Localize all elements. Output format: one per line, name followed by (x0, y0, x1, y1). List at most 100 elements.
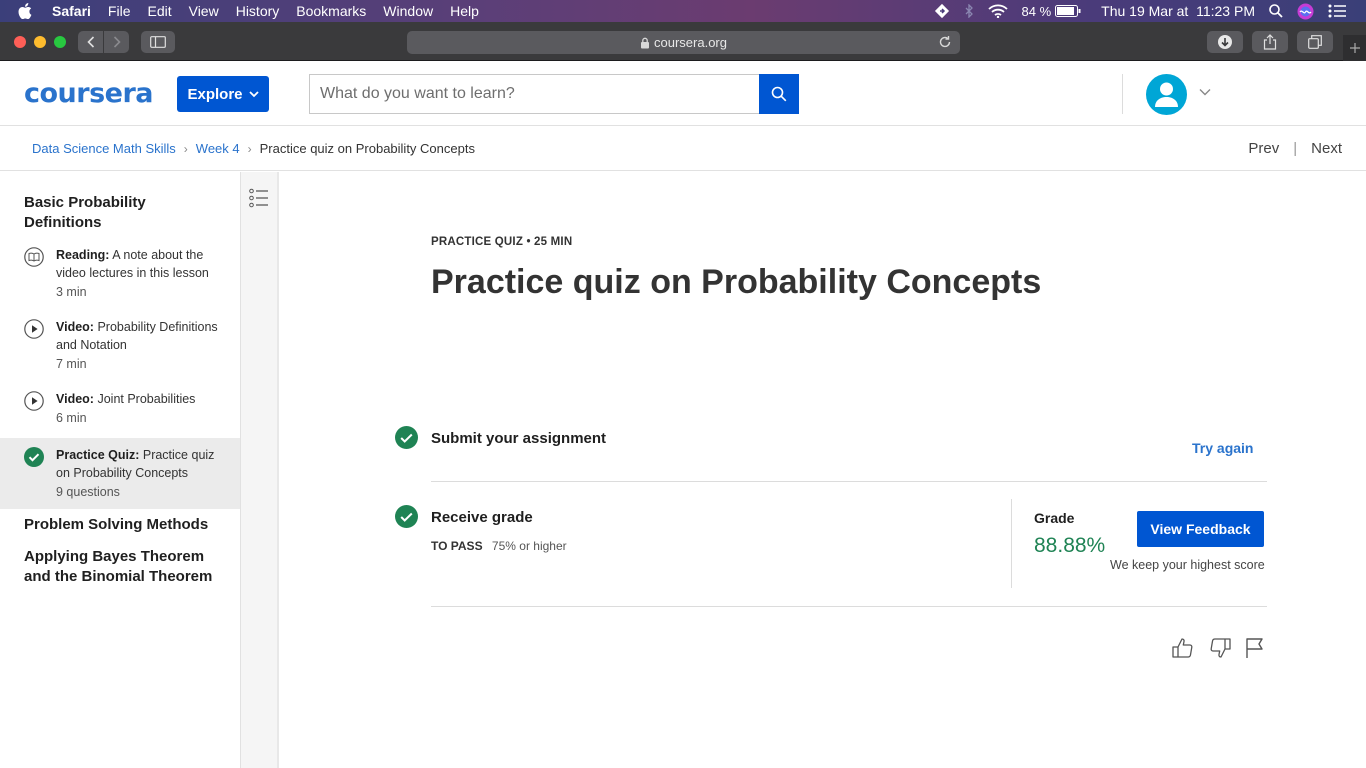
breadcrumb-chevron-icon: › (247, 141, 252, 156)
explore-label: Explore (187, 85, 243, 103)
siri-icon[interactable] (1297, 3, 1314, 20)
menu-history[interactable]: History (236, 3, 280, 19)
search-input[interactable] (309, 74, 760, 114)
highest-score-note: We keep your highest score (1110, 558, 1265, 572)
page-title: Practice quiz on Probability Concepts (431, 263, 1042, 301)
to-pass-value: 75% or higher (491, 539, 567, 553)
pass-requirement: TO PASS 75% or higher (431, 539, 567, 553)
explore-button[interactable]: Explore (177, 76, 269, 112)
outline-strip (241, 172, 279, 768)
course-sidebar: Basic Probability Definitions Reading: A… (0, 172, 241, 768)
sidebar-item-reading[interactable]: Reading: A note about the video lectures… (0, 244, 240, 304)
back-button[interactable] (78, 31, 103, 53)
sidebar-section-title[interactable]: Applying Bayes Theorem and the Binomial … (24, 547, 224, 587)
forward-button[interactable] (104, 31, 129, 53)
spotlight-search-icon[interactable] (1269, 4, 1283, 18)
user-icon (1155, 82, 1178, 107)
tabs-overview-button[interactable] (1297, 31, 1333, 53)
sidebar-icon (150, 36, 166, 48)
nav-divider: | (1293, 140, 1298, 157)
sidebar-item-video-joint[interactable]: Video: Joint Probabilities 6 min (0, 388, 240, 432)
chevron-left-icon (86, 36, 94, 48)
grade-value: 88.88% (1034, 534, 1106, 557)
downloads-button[interactable] (1207, 31, 1243, 53)
sidebar-section-title[interactable]: Problem Solving Methods (24, 515, 224, 535)
lesson-question-count: 9 questions (56, 485, 120, 499)
list-outline-icon[interactable] (249, 188, 269, 208)
step-check-icon (395, 426, 418, 449)
reload-icon[interactable] (938, 35, 952, 49)
divider (431, 481, 1267, 482)
breadcrumb-week[interactable]: Week 4 (196, 141, 240, 156)
coursera-logo[interactable]: coursera (24, 78, 154, 109)
thumbs-up-icon[interactable] (1171, 636, 1195, 660)
sidebar-item-practice-quiz[interactable]: Practice Quiz: Practice quiz on Probabil… (0, 438, 240, 509)
search-icon (771, 86, 787, 102)
breadcrumb-chevron-icon: › (183, 141, 188, 156)
download-icon (1218, 35, 1232, 49)
book-icon (24, 247, 44, 267)
play-icon (24, 391, 44, 411)
zoom-window-button[interactable] (54, 36, 66, 48)
menu-app-safari[interactable]: Safari (52, 3, 91, 19)
grade-divider (1011, 499, 1012, 588)
menu-view[interactable]: View (189, 3, 219, 19)
try-again-link[interactable]: Try again (1192, 440, 1253, 456)
check-circle-icon (24, 447, 44, 467)
control-center-icon[interactable] (1328, 4, 1346, 18)
menu-file[interactable]: File (108, 3, 131, 19)
battery-percent: 84 % (1021, 3, 1052, 19)
macos-menu-bar: Safari File Edit View History Bookmarks … (0, 0, 1366, 22)
lock-icon (641, 37, 649, 48)
view-feedback-button[interactable]: View Feedback (1137, 511, 1264, 547)
status-diamond-icon[interactable] (934, 3, 950, 19)
tabs-icon (1308, 35, 1322, 49)
menu-edit[interactable]: Edit (147, 3, 171, 19)
minimize-window-button[interactable] (34, 36, 46, 48)
search-button[interactable] (759, 74, 799, 114)
lesson-title: Practice Quiz: Practice quiz on Probabil… (56, 448, 215, 480)
plus-icon (1349, 43, 1360, 53)
thumbs-down-icon[interactable] (1208, 636, 1232, 660)
battery-icon[interactable] (1055, 5, 1081, 17)
menu-bookmarks[interactable]: Bookmarks (296, 3, 366, 19)
lesson-duration: 7 min (56, 357, 87, 371)
apple-icon[interactable] (18, 2, 36, 20)
clock[interactable]: Thu 19 Mar at 11:23 PM (1101, 3, 1255, 19)
share-button[interactable] (1252, 31, 1288, 53)
flag-icon[interactable] (1243, 636, 1267, 660)
to-pass-label: TO PASS (431, 539, 483, 553)
sidebar-section-title[interactable]: Basic Probability Definitions (24, 193, 224, 233)
address-bar[interactable]: coursera.org (407, 31, 960, 54)
grade-label: Grade (1034, 510, 1075, 526)
header-divider (1122, 74, 1123, 114)
bluetooth-icon[interactable] (964, 4, 974, 18)
wifi-icon[interactable] (987, 4, 1008, 18)
share-icon (1263, 34, 1277, 50)
lesson-duration: 3 min (56, 285, 87, 299)
avatar[interactable] (1146, 74, 1187, 115)
step-check-icon (395, 505, 418, 528)
sidebar-toggle-button[interactable] (141, 31, 175, 53)
divider (431, 606, 1267, 607)
prev-button[interactable]: Prev (1248, 140, 1279, 157)
prev-next-nav: Prev | Next (1248, 140, 1342, 157)
breadcrumb: Data Science Math Skills › Week 4 › Prac… (32, 141, 475, 156)
new-tab-button[interactable] (1343, 35, 1366, 61)
close-window-button[interactable] (14, 36, 26, 48)
submit-assignment-label: Submit your assignment (431, 430, 607, 447)
menu-help[interactable]: Help (450, 3, 479, 19)
next-button[interactable]: Next (1311, 140, 1342, 157)
site-header: coursera Explore (0, 62, 1366, 126)
menu-window[interactable]: Window (383, 3, 433, 19)
breadcrumb-bar: Data Science Math Skills › Week 4 › Prac… (0, 127, 1366, 171)
lesson-title: Video: Probability Definitions and Notat… (56, 320, 218, 352)
lesson-duration: 6 min (56, 411, 87, 425)
breadcrumb-course[interactable]: Data Science Math Skills (32, 141, 176, 156)
quiz-kicker: PRACTICE QUIZ • 25 MIN (431, 236, 573, 248)
sidebar-item-video-definitions[interactable]: Video: Probability Definitions and Notat… (0, 316, 240, 376)
lesson-title: Video: Joint Probabilities (56, 392, 196, 406)
browser-toolbar: coursera.org (0, 22, 1366, 61)
play-icon (24, 319, 44, 339)
account-chevron-down-icon[interactable] (1199, 88, 1211, 96)
